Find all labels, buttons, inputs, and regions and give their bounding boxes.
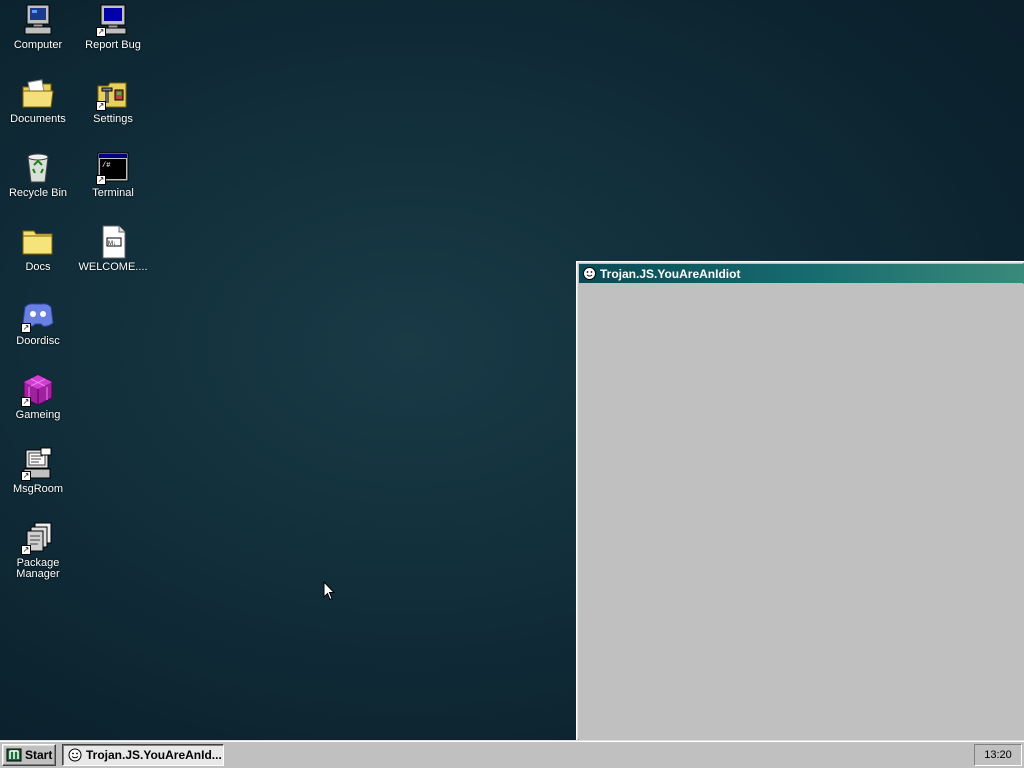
markdown-file-icon: M↓ <box>96 225 130 259</box>
msgroom-icon: ↗ <box>21 447 55 481</box>
svg-text:M↓: M↓ <box>108 241 116 247</box>
desktop-icon-label: WELCOME.... <box>78 261 148 273</box>
window-titlebar[interactable]: Trojan.JS.YouAreAnIdiot <box>579 264 1024 283</box>
shortcut-arrow-icon: ↗ <box>96 27 106 37</box>
svg-text:/#: /# <box>102 162 110 170</box>
shortcut-arrow-icon: ↗ <box>21 545 31 555</box>
window-title: Trojan.JS.YouAreAnIdiot <box>600 266 741 281</box>
package-manager-icon: ↗ <box>21 521 55 555</box>
system-tray[interactable]: 13:20 <box>974 744 1022 766</box>
folder-icon <box>21 225 55 259</box>
desktop-icon-label: Recycle Bin <box>8 187 68 199</box>
desktop-icon-label: Package Manager <box>16 557 60 580</box>
desktop-icon-label: Documents <box>10 113 66 125</box>
mouse-cursor-icon <box>323 580 336 604</box>
computer-icon <box>21 3 55 37</box>
desktop-icon-terminal[interactable]: /# ↗ Terminal <box>76 150 150 220</box>
desktop-icon-label: Gameing <box>15 409 61 421</box>
desktop-icon-label: Doordisc <box>16 335 60 347</box>
gameing-icon: ↗ <box>21 373 55 407</box>
shortcut-arrow-icon: ↗ <box>21 323 31 333</box>
taskbar-item-label: Trojan.JS.YouAreAnId... <box>86 748 222 762</box>
documents-folder-icon <box>21 77 55 111</box>
desktop-icon-recycle-bin[interactable]: Recycle Bin <box>1 150 75 220</box>
desktop-icon-gameing[interactable]: ↗ Gameing <box>1 372 75 442</box>
desktop-icon-report-bug[interactable]: ↗ Report Bug <box>76 2 150 72</box>
smiley-icon <box>68 748 82 762</box>
shortcut-arrow-icon: ↗ <box>96 175 106 185</box>
report-bug-icon: ↗ <box>96 3 130 37</box>
desktop-icon-doordisc[interactable]: ↗ Doordisc <box>1 298 75 368</box>
desktop-icon-label: MsgRoom <box>12 483 64 495</box>
taskbar-item-trojan[interactable]: Trojan.JS.YouAreAnId... <box>62 744 224 766</box>
desktop-icon-label: Terminal <box>92 187 134 199</box>
desktop-icon-docs[interactable]: Docs <box>1 224 75 294</box>
shortcut-arrow-icon: ↗ <box>96 101 106 111</box>
desktop-icon-settings[interactable]: ↗ Settings <box>76 76 150 146</box>
desktop-icon-label: Docs <box>25 261 51 273</box>
settings-icon: ↗ <box>96 77 130 111</box>
start-button[interactable]: Start <box>2 744 56 766</box>
start-logo-icon <box>6 748 22 762</box>
terminal-icon: /# ↗ <box>96 151 130 185</box>
clock: 13:20 <box>984 749 1012 761</box>
desktop-icon-label: Computer <box>13 39 63 51</box>
desktop-icon-computer[interactable]: Computer <box>1 2 75 72</box>
desktop-icon-welcome[interactable]: M↓ WELCOME.... <box>76 224 150 294</box>
smiley-icon <box>583 267 596 280</box>
doordisc-icon: ↗ <box>21 299 55 333</box>
desktop-icon-label: Settings <box>93 113 133 125</box>
start-label: Start <box>25 748 53 762</box>
desktop[interactable]: Computer ↗ Report Bug Documents ↗ Settin… <box>0 0 1024 740</box>
recycle-bin-icon <box>21 151 55 185</box>
window-content[interactable] <box>579 284 1024 740</box>
desktop-icon-documents[interactable]: Documents <box>1 76 75 146</box>
desktop-icon-package-manager[interactable]: ↗ Package Manager <box>1 520 75 590</box>
shortcut-arrow-icon: ↗ <box>21 397 31 407</box>
trojan-window[interactable]: Trojan.JS.YouAreAnIdiot <box>576 261 1024 740</box>
shortcut-arrow-icon: ↗ <box>21 471 31 481</box>
taskbar: Start Trojan.JS.YouAreAnId... 13:20 <box>0 740 1024 768</box>
desktop-icon-msgroom[interactable]: ↗ MsgRoom <box>1 446 75 516</box>
desktop-icon-label: Report Bug <box>85 39 141 51</box>
